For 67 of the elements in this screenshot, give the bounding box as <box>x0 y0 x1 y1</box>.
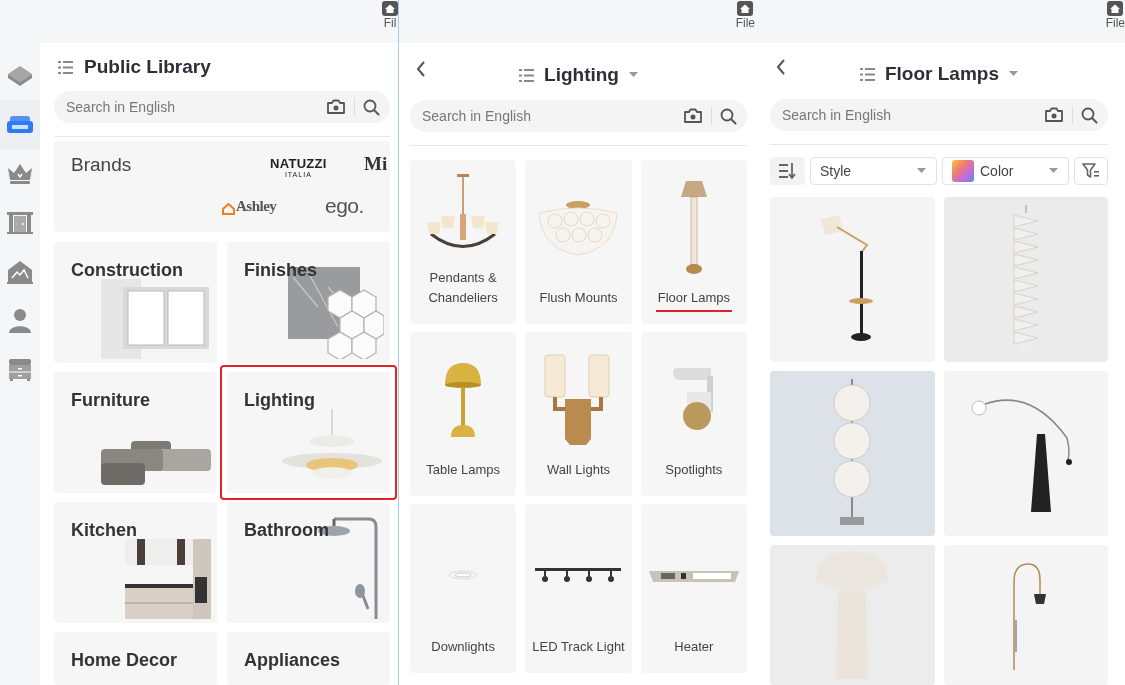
category-label[interactable]: Flush Mounts <box>539 288 618 312</box>
color-swatch-icon <box>952 160 974 182</box>
caret-icon[interactable] <box>1009 71 1018 77</box>
caret-icon[interactable] <box>1049 168 1058 174</box>
category-card[interactable]: Downlights <box>410 504 517 673</box>
home-icon[interactable] <box>382 1 398 16</box>
category-tile[interactable]: Construction <box>54 242 217 363</box>
category-tile[interactable]: Home Decor <box>54 632 217 685</box>
caret-icon[interactable] <box>917 168 926 174</box>
category-label[interactable]: Downlights <box>431 637 495 661</box>
category-card[interactable]: Spotlights <box>640 332 747 496</box>
search-field[interactable]: Search in English <box>54 91 390 123</box>
camera-icon[interactable] <box>326 99 346 115</box>
category-card[interactable]: Table Lamps <box>410 332 517 496</box>
home-icon[interactable] <box>737 1 754 16</box>
filter-button[interactable] <box>1074 157 1108 185</box>
category-label[interactable]: LED Track Light <box>532 637 625 661</box>
category-label[interactable]: Table Lamps <box>426 460 500 484</box>
category-label[interactable]: Spotlights <box>665 460 723 484</box>
file-button[interactable]: File <box>1099 0 1125 43</box>
category-label[interactable]: Heater <box>674 637 714 661</box>
brands-label: Brands <box>71 154 132 176</box>
style-dropdown[interactable]: Style <box>810 157 937 185</box>
category-label[interactable]: Wall Lights <box>546 460 611 484</box>
filter-icon <box>1082 163 1100 179</box>
sidebar-item[interactable] <box>0 100 40 149</box>
category-tile[interactable]: Appliances <box>227 632 390 685</box>
category-label[interactable]: Floor Lamps <box>655 288 732 312</box>
back-icon[interactable] <box>416 61 426 77</box>
category-tile[interactable]: Furniture <box>54 372 217 493</box>
camera-icon[interactable] <box>683 108 703 124</box>
brand-logo[interactable]: Ashley <box>222 198 277 215</box>
search-icon[interactable] <box>363 98 380 116</box>
brand-logo[interactable]: ego. <box>325 194 364 218</box>
category-card[interactable]: Pendants & Chandeliers <box>410 160 517 324</box>
category-card[interactable]: Wall Lights <box>525 332 632 496</box>
category-tile[interactable]: Bathroom <box>227 502 390 623</box>
list-icon[interactable] <box>860 67 875 81</box>
house-icon <box>222 203 235 215</box>
caret-icon[interactable] <box>628 72 638 78</box>
list-icon[interactable] <box>519 68 535 82</box>
category-label[interactable]: Pendants & Chandeliers <box>414 268 513 312</box>
sort-icon <box>778 163 797 179</box>
category-card[interactable]: Heater <box>640 504 747 673</box>
category-card[interactable]: Flush Mounts <box>525 160 632 324</box>
brand-logo[interactable]: Mi <box>364 153 388 175</box>
downlight-drawing <box>448 569 479 582</box>
camera-icon[interactable] <box>1044 107 1064 123</box>
search-icon[interactable] <box>720 107 737 125</box>
panel-title: Public Library <box>84 56 211 78</box>
back-icon[interactable] <box>776 59 786 75</box>
search-icon[interactable] <box>1081 106 1098 124</box>
person-icon[interactable] <box>6 306 34 335</box>
home-icon[interactable] <box>1107 1 1124 16</box>
category-card[interactable]: Floor Lamps <box>640 160 747 324</box>
category-tile[interactable]: Finishes <box>227 242 390 363</box>
color-dropdown[interactable]: Color <box>942 157 1069 185</box>
sort-button[interactable] <box>770 157 805 185</box>
panel-title: Lighting <box>544 64 619 86</box>
search-field[interactable]: Search in English <box>410 100 747 132</box>
panel-title: Floor Lamps <box>885 63 999 85</box>
product-card[interactable] <box>943 371 1108 536</box>
category-tile[interactable]: Lighting <box>220 365 397 500</box>
list-icon[interactable] <box>58 60 73 74</box>
category-card[interactable]: LED Track Light <box>525 504 632 673</box>
category-tile[interactable]: Kitchen <box>54 502 217 623</box>
search-field[interactable]: Search in English <box>770 99 1108 131</box>
